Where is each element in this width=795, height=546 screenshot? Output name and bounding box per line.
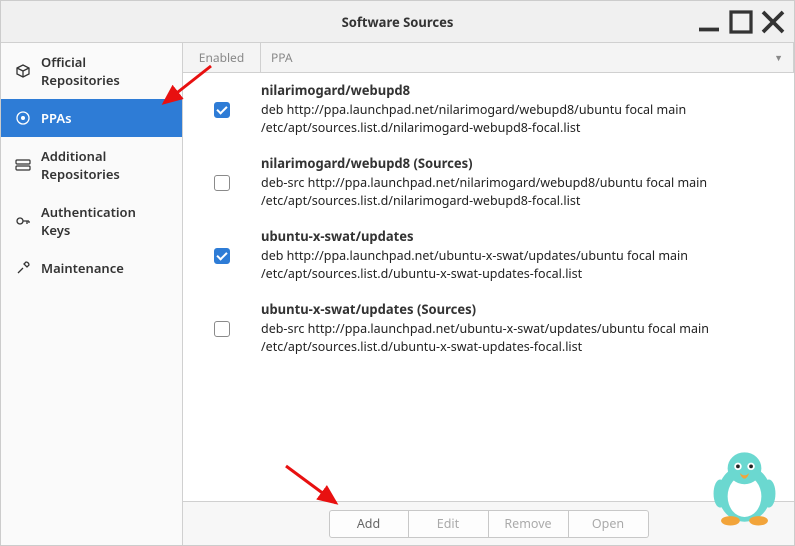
sidebar-item-label: Authentication Keys [41, 203, 168, 239]
key-icon [15, 213, 31, 229]
row-check-cell [183, 152, 261, 213]
ppa-list: nilarimogard/webupd8deb http://ppa.launc… [183, 73, 794, 501]
body: Official Repositories PPAs Additional Re… [1, 43, 794, 545]
row-check-cell [183, 298, 261, 359]
table-row[interactable]: nilarimogard/webupd8deb http://ppa.launc… [183, 73, 794, 146]
sidebar-item-additional-repositories[interactable]: Additional Repositories [1, 137, 182, 193]
window-title: Software Sources [342, 13, 454, 31]
button-bar: Add Edit Remove Open [183, 501, 794, 545]
repos-icon [15, 157, 31, 173]
table-row[interactable]: nilarimogard/webupd8 (Sources)deb-src ht… [183, 146, 794, 219]
disc-icon [15, 110, 31, 126]
sidebar: Official Repositories PPAs Additional Re… [1, 43, 183, 545]
mascot-icon [707, 442, 782, 527]
sidebar-item-authentication-keys[interactable]: Authentication Keys [1, 193, 182, 249]
tools-icon [15, 260, 31, 276]
ppa-line: deb-src http://ppa.launchpad.net/ubuntu-… [261, 320, 784, 339]
edit-button[interactable]: Edit [409, 510, 489, 538]
enable-checkbox[interactable] [214, 248, 230, 264]
table-row[interactable]: ubuntu-x-swat/updates (Sources)deb-src h… [183, 292, 794, 365]
enable-checkbox[interactable] [214, 321, 230, 337]
sidebar-item-ppas[interactable]: PPAs [1, 99, 182, 137]
remove-button[interactable]: Remove [489, 510, 569, 538]
column-enabled[interactable]: Enabled [183, 43, 261, 72]
open-button[interactable]: Open [569, 510, 649, 538]
titlebar: Software Sources [1, 1, 794, 43]
ppa-file: /etc/apt/sources.list.d/nilarimogard-web… [261, 119, 784, 138]
add-button[interactable]: Add [329, 510, 409, 538]
ppa-name: nilarimogard/webupd8 (Sources) [261, 154, 784, 174]
column-ppa[interactable]: PPA ▼ [261, 43, 794, 72]
row-check-cell [183, 79, 261, 140]
ppa-name: ubuntu-x-swat/updates [261, 227, 784, 247]
enable-checkbox[interactable] [214, 102, 230, 118]
sidebar-item-label: Official Repositories [41, 53, 168, 89]
sidebar-item-maintenance[interactable]: Maintenance [1, 249, 182, 287]
package-icon [15, 63, 31, 79]
table-row[interactable]: ubuntu-x-swat/updatesdeb http://ppa.laun… [183, 219, 794, 292]
sort-arrow-icon: ▼ [774, 51, 783, 64]
row-info-cell: ubuntu-x-swat/updatesdeb http://ppa.laun… [261, 225, 794, 286]
window-controls [694, 8, 788, 36]
ppa-name: ubuntu-x-swat/updates (Sources) [261, 300, 784, 320]
window: Software Sources Official Repositories [0, 0, 795, 546]
ppa-name: nilarimogard/webupd8 [261, 81, 784, 101]
sidebar-item-label: Maintenance [41, 259, 124, 277]
minimize-button[interactable] [694, 8, 724, 36]
ppa-file: /etc/apt/sources.list.d/nilarimogard-web… [261, 192, 784, 211]
ppa-file: /etc/apt/sources.list.d/ubuntu-x-swat-up… [261, 265, 784, 284]
sidebar-item-label: Additional Repositories [41, 147, 168, 183]
ppa-line: deb http://ppa.launchpad.net/ubuntu-x-sw… [261, 247, 784, 266]
row-info-cell: nilarimogard/webupd8deb http://ppa.launc… [261, 79, 794, 140]
enable-checkbox[interactable] [214, 175, 230, 191]
main-panel: Enabled PPA ▼ nilarimogard/webupd8deb ht… [183, 43, 794, 545]
table-header: Enabled PPA ▼ [183, 43, 794, 73]
row-info-cell: ubuntu-x-swat/updates (Sources)deb-src h… [261, 298, 794, 359]
ppa-line: deb-src http://ppa.launchpad.net/nilarim… [261, 174, 784, 193]
sidebar-item-label: PPAs [41, 109, 72, 127]
close-button[interactable] [758, 8, 788, 36]
row-info-cell: nilarimogard/webupd8 (Sources)deb-src ht… [261, 152, 794, 213]
row-check-cell [183, 225, 261, 286]
ppa-line: deb http://ppa.launchpad.net/nilarimogar… [261, 101, 784, 120]
maximize-button[interactable] [726, 8, 756, 36]
sidebar-item-official-repositories[interactable]: Official Repositories [1, 43, 182, 99]
ppa-file: /etc/apt/sources.list.d/ubuntu-x-swat-up… [261, 338, 784, 357]
